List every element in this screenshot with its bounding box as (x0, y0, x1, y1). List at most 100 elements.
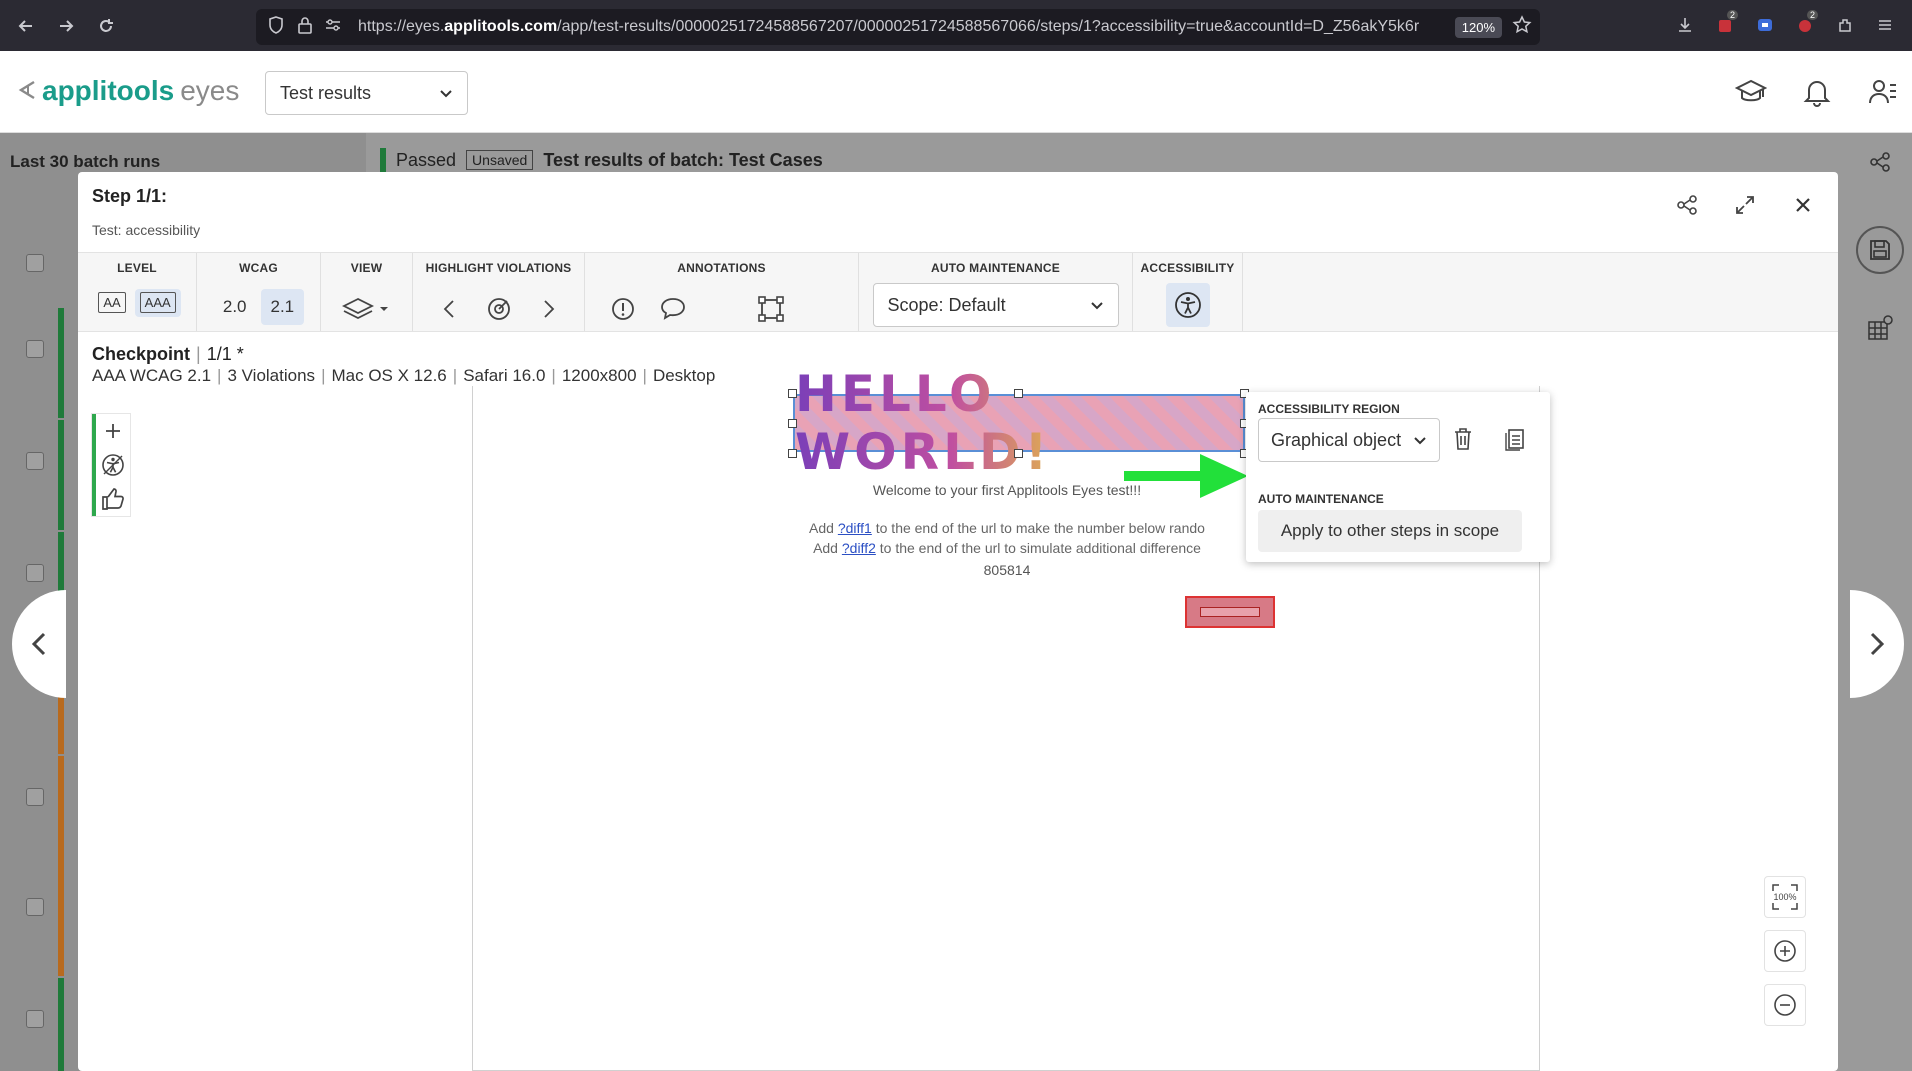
wcag-label: WCAG (239, 261, 278, 275)
trash-icon[interactable] (1448, 424, 1478, 454)
region-type-select[interactable]: Graphical object (1258, 418, 1440, 462)
save-icon[interactable] (1856, 226, 1904, 274)
accessibility-icon (1174, 292, 1201, 318)
user-settings-icon[interactable] (1866, 75, 1900, 109)
status-text: Passed (396, 149, 457, 170)
thumbs-up-icon[interactable] (99, 485, 127, 513)
extension-video-icon[interactable] (1752, 10, 1778, 40)
checkpoint-violations: 3 Violations (227, 366, 316, 385)
row-checkbox[interactable] (26, 452, 44, 470)
row-checkbox[interactable] (26, 898, 44, 916)
diff2-link[interactable]: ?diff2 (842, 540, 876, 556)
level-label: LEVEL (117, 261, 157, 275)
wcag-2-1-button[interactable]: 2.1 (260, 289, 305, 325)
checkpoint-browser: Safari 16.0 (463, 366, 546, 385)
violation-region-inner (1200, 607, 1260, 617)
auto-maintenance-label: AUTO MAINTENANCE (1258, 492, 1384, 506)
issue-icon[interactable] (603, 289, 643, 329)
checkpoint-standard: AAA WCAG 2.1 (92, 366, 212, 385)
region-select-icon[interactable] (751, 289, 791, 329)
next-violation-icon[interactable] (529, 289, 569, 329)
expand-icon[interactable] (1730, 190, 1760, 220)
instruction-text: Add (809, 520, 838, 536)
unsaved-badge: Unsaved (466, 150, 534, 170)
batch-title: Test results of batch: Test Cases (543, 149, 823, 170)
layers-icon[interactable] (339, 289, 395, 329)
row-checkbox[interactable] (26, 254, 44, 272)
url-bar[interactable]: https://eyes.applitools.com/app/test-res… (256, 9, 1540, 45)
diff1-link[interactable]: ?diff1 (838, 520, 872, 536)
share-icon[interactable] (1856, 138, 1904, 186)
lock-icon (298, 16, 312, 39)
resize-handle[interactable] (788, 389, 797, 398)
url-text: https://eyes.applitools.com/app/test-res… (358, 18, 1420, 35)
test-name: Test: accessibility (92, 222, 201, 238)
resize-handle[interactable] (788, 449, 797, 458)
region-label: ACCESSIBILITY REGION (1258, 402, 1400, 416)
logo-subtext: eyes (180, 75, 240, 106)
target-violation-icon[interactable] (479, 289, 519, 329)
batch-list-title: Last 30 batch runs (10, 152, 161, 171)
section-select[interactable]: Test results (265, 71, 468, 115)
batch-status-strip (58, 978, 64, 1071)
copy-icon[interactable] (1500, 424, 1530, 454)
level-aa-text: AA (98, 292, 126, 313)
row-checkbox[interactable] (26, 788, 44, 806)
applitools-logo[interactable]: applitools eyes (18, 75, 239, 107)
back-icon[interactable] (6, 6, 46, 46)
resize-handle[interactable] (1014, 449, 1023, 458)
permissions-icon[interactable] (324, 17, 342, 38)
modal-header: Step 1/1: Test: accessibility (78, 172, 1838, 252)
previous-violation-icon[interactable] (429, 289, 469, 329)
chevron-down-icon (1090, 295, 1104, 316)
row-checkbox[interactable] (26, 1010, 44, 1028)
random-number: 805814 (983, 562, 1031, 578)
download-icon[interactable] (1672, 10, 1698, 40)
close-icon[interactable] (1788, 190, 1818, 220)
add-region-icon[interactable] (99, 417, 127, 445)
wcag-2-0-button[interactable]: 2.0 (213, 289, 257, 325)
share-icon[interactable] (1672, 190, 1702, 220)
hello-world-region[interactable]: HELLO WORLD! (793, 365, 1245, 481)
zoom-out-icon[interactable] (1764, 984, 1806, 1026)
batch-status-strip (58, 308, 64, 418)
scope-select-value: Scope: Default (887, 294, 1006, 315)
instruction-text: to the end of the url to make the number… (871, 520, 1205, 536)
checkpoint-label: Checkpoint (92, 344, 191, 364)
scope-select[interactable]: Scope: Default (872, 283, 1119, 327)
accessibility-region-icon[interactable] (99, 451, 127, 479)
level-aa-button[interactable]: AA (93, 289, 130, 317)
extensions-puzzle-icon[interactable] (1832, 10, 1858, 40)
resize-handle[interactable] (788, 419, 797, 428)
batch-status-strip (58, 756, 64, 866)
accessibility-toggle-button[interactable] (1165, 283, 1210, 327)
view-group: VIEW (321, 253, 413, 331)
menu-icon[interactable] (1872, 10, 1898, 40)
bell-icon[interactable] (1800, 75, 1834, 109)
reload-icon[interactable] (86, 6, 126, 46)
comment-icon[interactable] (653, 289, 693, 329)
bookmark-star-icon[interactable] (1512, 14, 1532, 40)
grid-settings-icon[interactable] (1856, 304, 1904, 352)
chevron-down-icon (439, 83, 453, 104)
extension-badge: 2 (1726, 10, 1738, 20)
level-group: LEVEL AA AAA (78, 253, 197, 331)
section-select-value: Test results (280, 82, 372, 103)
zoom-level-badge[interactable]: 120% (1454, 16, 1502, 38)
extension-record-icon[interactable]: 2 (1792, 10, 1818, 40)
row-checkbox[interactable] (26, 340, 44, 358)
apply-to-other-steps-button[interactable]: Apply to other steps in scope (1258, 510, 1522, 552)
graduation-cap-icon[interactable] (1734, 75, 1768, 109)
highlight-violations-label: HIGHLIGHT VIOLATIONS (425, 261, 572, 275)
zoom-in-icon[interactable] (1764, 930, 1806, 972)
row-checkbox[interactable] (26, 564, 44, 582)
level-aaa-button[interactable]: AAA (134, 289, 181, 317)
batch-status-strip (58, 420, 64, 530)
wcag-group: WCAG 2.0 2.1 (197, 253, 321, 331)
zoom-100-button[interactable]: 100% (1764, 876, 1806, 918)
resize-handle[interactable] (1014, 389, 1023, 398)
violation-region[interactable] (1185, 596, 1275, 628)
view-label: VIEW (350, 261, 383, 275)
extension-red-icon[interactable]: 2 (1712, 10, 1738, 40)
forward-icon[interactable] (46, 6, 86, 46)
